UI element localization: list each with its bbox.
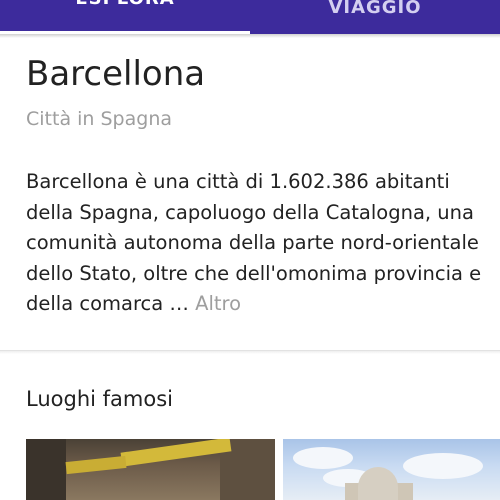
building-dome — [358, 467, 398, 500]
description-line: dello Stato, oltre che dell'omonima prov… — [26, 261, 482, 285]
street-sign — [65, 455, 127, 475]
tab-viaggio[interactable]: VIAGGIO — [250, 0, 500, 34]
famous-place-card-1[interactable] — [26, 439, 275, 500]
description-line-text: della comarca … — [26, 292, 189, 315]
place-subtitle: Città in Spagna — [26, 108, 172, 130]
description-line: Barcellona è una città di 1.602.386 abit… — [26, 170, 450, 193]
place-description: Barcellona è una città di 1.602.386 abit… — [26, 167, 486, 320]
section-divider-shadow — [0, 351, 500, 354]
cloud — [403, 453, 483, 479]
tab-esplora-label: ESPLORA — [0, 0, 250, 9]
tab-bar: ESPLORA VIAGGIO — [0, 0, 500, 34]
cloud — [293, 447, 353, 469]
street-building-left — [26, 439, 66, 500]
description-line: della Spagna, capoluogo della Catalogna,… — [26, 200, 474, 224]
more-link[interactable]: Altro — [195, 292, 241, 315]
rambla-sign — [120, 439, 232, 467]
place-title: Barcellona — [26, 54, 206, 94]
tab-viaggio-label: VIAGGIO — [328, 0, 422, 18]
description-line: comunità autonoma della parte nord-orien… — [26, 231, 479, 254]
famous-place-card-2[interactable] — [283, 439, 500, 500]
tab-esplora[interactable]: ESPLORA — [0, 0, 250, 34]
famous-places-title: Luoghi famosi — [26, 387, 173, 411]
tab-bar-shadow — [0, 34, 500, 38]
description-line-last: della comarca … Altro — [26, 289, 486, 320]
